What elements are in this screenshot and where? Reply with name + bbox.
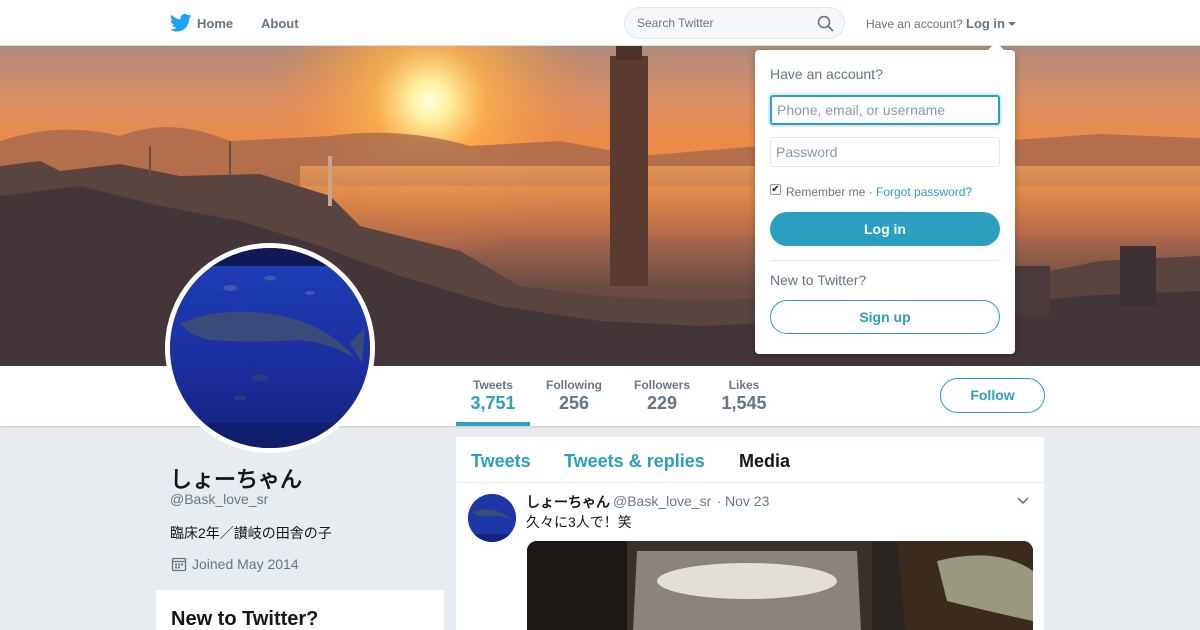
stat-value: 229 xyxy=(646,393,678,413)
search-placeholder: Search Twitter xyxy=(637,16,714,30)
profile-name: しょーちゃん xyxy=(170,467,303,492)
stat-following[interactable]: Following 256 xyxy=(545,378,603,414)
tweet-date[interactable]: Nov 23 xyxy=(725,493,769,509)
tab-tweets-replies[interactable]: Tweets & replies xyxy=(564,451,705,472)
dropdown-divider xyxy=(770,260,1000,261)
stat-tweets[interactable]: Tweets 3,751 xyxy=(470,378,516,414)
new-to-twitter-text: New to Twitter? xyxy=(770,272,867,288)
tweet-photo xyxy=(527,541,1033,630)
remember-me-label: Remember me · xyxy=(786,185,873,199)
stat-label: Following xyxy=(546,378,602,392)
search-input[interactable]: Search Twitter xyxy=(624,7,845,39)
stat-label: Likes xyxy=(728,378,760,392)
signup-button[interactable]: Sign up xyxy=(770,300,1000,334)
new-to-twitter-card: New to Twitter? xyxy=(156,590,444,630)
stat-value: 256 xyxy=(558,393,590,413)
tweet-text: 久々に3人で！笑 xyxy=(526,514,632,530)
tweet-avatar-image xyxy=(468,494,516,542)
avatar-image xyxy=(170,248,370,448)
remember-me-checkbox[interactable]: ✔ xyxy=(770,184,781,195)
new-card-title: New to Twitter? xyxy=(171,608,319,630)
dropdown-heading: Have an account? xyxy=(770,66,883,82)
username-field[interactable] xyxy=(770,95,1000,125)
chevron-down-icon[interactable] xyxy=(1017,497,1029,505)
stat-label: Followers xyxy=(633,378,690,392)
password-field[interactable] xyxy=(770,137,1000,167)
stat-likes[interactable]: Likes 1,545 xyxy=(721,378,767,414)
tweet-media-image[interactable] xyxy=(527,541,1033,630)
stat-value: 3,751 xyxy=(470,393,516,413)
calendar-icon xyxy=(171,557,187,572)
tab-media[interactable]: Media xyxy=(739,451,790,472)
profile-handle[interactable]: @Bask_love_sr xyxy=(170,491,268,507)
caret-down-icon[interactable] xyxy=(1008,22,1016,26)
stat-label: Tweets xyxy=(473,378,513,392)
nav-home-link[interactable]: Home xyxy=(197,16,233,31)
top-nav: Home About Search Twitter Have an accoun… xyxy=(0,0,1200,46)
search-icon[interactable] xyxy=(817,15,834,32)
tweet-separator: · xyxy=(717,493,722,509)
joined-date: Joined May 2014 xyxy=(192,556,299,572)
tab-tweets[interactable]: Tweets xyxy=(471,451,531,472)
stat-followers[interactable]: Followers 229 xyxy=(633,378,691,414)
login-button[interactable]: Log in xyxy=(770,212,1000,246)
follow-button[interactable]: Follow xyxy=(940,378,1045,413)
profile-avatar[interactable] xyxy=(165,243,375,453)
tweet-avatar[interactable] xyxy=(468,494,516,542)
login-dropdown: Have an account? ✔ Remember me · Forgot … xyxy=(755,42,1015,354)
timeline-tabs: Tweets Tweets & replies Media xyxy=(456,437,1044,483)
tweet-author-handle[interactable]: @Bask_love_sr xyxy=(613,493,711,509)
twitter-bird-icon[interactable] xyxy=(170,13,192,33)
have-account-text: Have an account? xyxy=(866,17,963,31)
forgot-password-link[interactable]: Forgot password? xyxy=(876,185,972,199)
tweet-author-name[interactable]: しょーちゃん xyxy=(526,492,610,512)
timeline: Tweets Tweets & replies Media しょーちゃん @Ba… xyxy=(456,437,1044,630)
active-tab-underline xyxy=(456,422,530,426)
nav-about-link[interactable]: About xyxy=(261,16,299,31)
stat-value: 1,545 xyxy=(721,393,767,413)
login-dropdown-toggle[interactable]: Log in xyxy=(966,16,1005,31)
profile-bio: 臨床2年／讃岐の田舎の子 xyxy=(170,525,332,541)
dropdown-arrow xyxy=(988,42,1004,50)
